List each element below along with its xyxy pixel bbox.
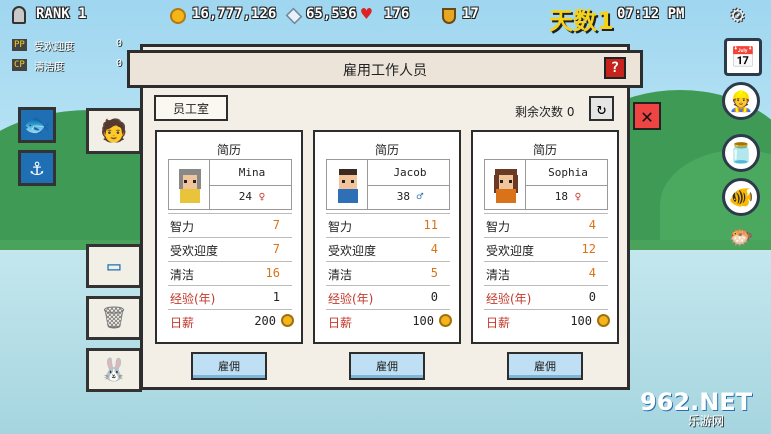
cleanliness-stat-value: 0 [116,58,123,69]
anchor-menu-button[interactable]: ⚓ [18,150,56,186]
staff-tab-button[interactable]: 🧑 [86,108,142,154]
remaining-count: 剩余次数 0 [515,105,575,119]
heart-icon: ♥ [361,4,372,25]
coin-icon [281,314,294,327]
candidate-profile: Mina 24 ♀ [168,159,292,210]
candidate-name: Jacob [393,166,427,179]
help-button[interactable]: ? [604,57,626,79]
jar-icon: 🫙 [728,141,754,165]
day-counter: 天数1 [549,7,614,35]
stat-row-int: 智力 7 [168,213,292,237]
stat-row-popularity: 受欢迎度 7 [168,237,292,261]
hire-button[interactable]: 雇佣 [349,352,425,380]
close-dialog-button[interactable]: ✕ [633,102,661,130]
popularity-stat-value: 0 [116,38,123,49]
stat-row-experience: 经验(年) 0 [484,285,608,309]
stat-row-popularity: 受欢迎度 4 [326,237,450,261]
staff-face-icon: 🧑 [100,118,128,144]
fish-food-icon: 🐡 [728,225,754,249]
resume-header: 简历 [216,143,241,157]
anchor-icon: ⚓ [30,155,44,181]
aquarium-icon: 🐠 [728,185,754,209]
watermark-subtitle: 乐游网 [688,414,725,428]
clock-time: 07:12 PM [617,6,685,22]
dialog-title-bar: 雇用工作人员 [127,50,643,88]
coin-icon [597,314,610,327]
candidate-portrait-icon [491,167,521,203]
male-icon: ♂ [416,190,424,203]
hire-button[interactable]: 雇佣 [191,352,267,380]
candidate-name: Mina [238,166,266,179]
fish-food-button[interactable]: 🐡 [722,218,760,256]
settings-gear-icon[interactable]: ⚙ [731,5,744,27]
coin-icon [170,8,186,24]
trash-bin-icon: 🗑 [100,305,128,331]
bunny-icon: 🐰 [100,357,128,383]
bunny-button[interactable]: 🐰 [86,348,142,392]
fish-icon: 🐟 [23,112,51,138]
candidate-name: Sophia [548,166,588,179]
stat-row-salary: 日薪 200 [168,309,294,333]
refresh-icon: ↻ [596,99,607,118]
resume-header: 简历 [532,143,557,157]
coin-icon [439,314,452,327]
candidate-card: 简历 Jacob 38 ♂ 智力 11 受欢迎度 4 清洁 5 经验(年) 0 日薪 10… [313,130,461,344]
rank-label: RANK 1 [36,6,87,22]
stat-row-salary: 日薪 100 [484,309,610,333]
fish-menu-button[interactable]: 🐟 [18,107,56,143]
calendar-icon: 📅 [730,45,756,69]
hire-button[interactable]: 雇佣 [507,352,583,380]
stat-row-clean: 清洁 4 [484,261,608,285]
resume-header: 简历 [374,143,399,157]
gem-count: 65,536 [306,6,357,22]
coin-count: 16,777,126 [192,6,277,22]
female-icon: ♀ [574,190,582,203]
tickets-button[interactable]: ▭ [86,244,142,288]
dialog-title: 雇用工作人员 [343,63,427,79]
rank-icon [12,6,26,24]
refresh-button[interactable]: ↻ [589,96,614,121]
candidate-age: 38 ♂ [396,190,424,203]
worker-button[interactable]: 👷 [722,82,760,120]
popularity-stat-label: 受欢迎度 [34,42,74,53]
candidate-card: 简历 Mina 24 ♀ 智力 7 受欢迎度 7 清洁 16 经验(年) 1 日薪 200 [155,130,303,344]
pp-tag: PP [12,39,27,51]
cleaning-button[interactable]: 🗑 [86,296,142,340]
candidate-age: 18 ♀ [554,190,582,203]
candidate-portrait-icon [333,167,363,203]
stat-row-int: 智力 11 [326,213,450,237]
jar-button[interactable]: 🫙 [722,134,760,172]
ticket-icon: ▭ [107,253,121,279]
staff-room-button[interactable]: 员工室 [154,95,228,121]
candidate-profile: Jacob 38 ♂ [326,159,450,210]
stat-row-experience: 经验(年) 1 [168,285,292,309]
worker-icon: 👷 [728,89,754,113]
stat-row-salary: 日薪 100 [326,309,452,333]
candidate-age: 24 ♀ [238,190,266,203]
medal-icon [442,8,456,24]
top-hud: RANK 1 16,777,126 65,536 ♥ 176 17 天数1 07… [0,0,771,35]
candidate-card: 简历 Sophia 18 ♀ 智力 4 受欢迎度 12 清洁 4 经验(年) 0 日薪 1… [471,130,619,344]
candidate-portrait-icon [175,167,205,203]
stat-row-clean: 清洁 16 [168,261,292,285]
female-icon: ♀ [258,190,266,203]
stat-row-popularity: 受欢迎度 12 [484,237,608,261]
stat-row-int: 智力 4 [484,213,608,237]
stat-row-experience: 经验(年) 0 [326,285,450,309]
candidate-profile: Sophia 18 ♀ [484,159,608,210]
calendar-button[interactable]: 📅 [724,38,762,76]
heart-count: 176 [384,6,410,22]
stat-row-clean: 清洁 5 [326,261,450,285]
medal-count: 17 [462,6,479,22]
aquarium-button[interactable]: 🐠 [722,178,760,216]
cleanliness-stat-label: 清洁度 [34,62,64,73]
gem-icon [285,7,303,25]
cp-tag: CP [12,59,27,71]
